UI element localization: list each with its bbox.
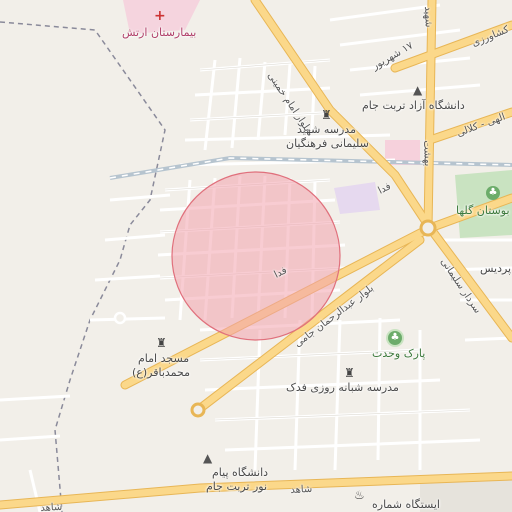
fire-station-label[interactable]: ایستگاه شماره — [372, 498, 440, 511]
ghadak-school-label[interactable]: مدرسه شبانه روزی فدک — [286, 381, 399, 394]
mosque-label-2[interactable]: محمدباقر(ع) — [132, 366, 190, 379]
poris-label[interactable]: پردیس — [480, 262, 511, 275]
school-shahid-label-2[interactable]: سلیمانی فرهنگیان — [286, 137, 369, 150]
payam-university-label-2[interactable]: نور تربت جام — [206, 480, 267, 493]
golha-park-label[interactable]: بوستان گلها — [456, 204, 510, 217]
hospital-label[interactable]: بیمارستان ارتش — [122, 26, 196, 39]
vahdat-park-label[interactable]: پارک وحدت — [372, 347, 425, 360]
hospital-icon[interactable]: + — [154, 9, 166, 23]
road-label-shahed-2: شاهد — [40, 501, 63, 512]
mosque-icon[interactable]: ♜ — [156, 336, 167, 350]
roundabout-east — [419, 219, 437, 237]
road-label-shahed-1: شاهد — [290, 483, 313, 496]
park-icon-vahdat[interactable]: ♣ — [388, 331, 402, 345]
highlight-circle[interactable] — [171, 171, 341, 341]
school-icon-azad[interactable]: ▲ — [413, 83, 422, 97]
fire-station-icon[interactable]: ♨ — [354, 488, 365, 502]
road-label-moshtagh: بهشت — [421, 140, 433, 167]
road-label-shahid: شهید — [422, 6, 434, 28]
azad-university-label[interactable]: دانشگاه آزاد تربت جام — [362, 99, 465, 112]
roundabout-southwest — [190, 402, 206, 418]
roundabout-west — [113, 311, 127, 325]
school-icon-payam[interactable]: ▲ — [203, 451, 212, 465]
payam-university-label-1[interactable]: دانشگاه پیام — [212, 466, 268, 479]
map-base-layer — [0, 0, 512, 512]
map-view[interactable]: + ▲ ♜ ♜ ♣ ♜ ▲ ♨ ♣ بیمارستان ارتش دانشگاه… — [0, 0, 512, 512]
school-icon-shahid[interactable]: ♜ — [321, 108, 332, 122]
school-icon-ghadak[interactable]: ♜ — [344, 366, 355, 380]
park-icon-golha[interactable]: ♣ — [486, 186, 500, 200]
mosque-label-1[interactable]: مسجد امام — [138, 352, 189, 365]
